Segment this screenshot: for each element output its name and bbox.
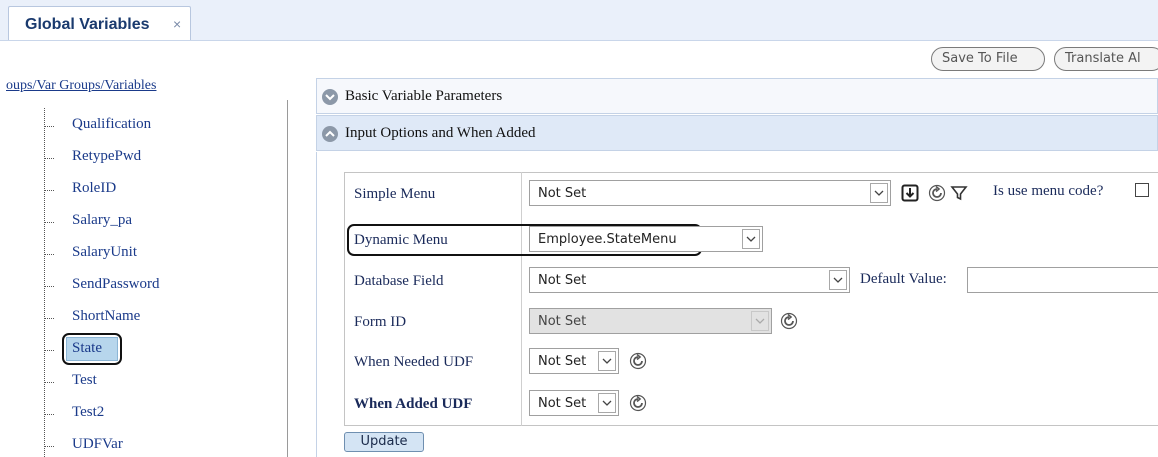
translate-button[interactable]: Translate Al — [1054, 47, 1158, 71]
tree-branch — [44, 382, 54, 383]
refresh-icon[interactable] — [629, 394, 647, 417]
refresh-icon[interactable] — [629, 352, 647, 375]
section-basic-variable-parameters[interactable]: Basic Variable Parameters — [316, 78, 1158, 114]
update-button[interactable]: Update — [344, 432, 424, 452]
when-needed-udf-select[interactable]: Not Set — [529, 348, 619, 374]
when-needed-udf-value: Not Set — [538, 354, 587, 369]
tree-branch — [44, 158, 54, 159]
chevron-down-icon[interactable] — [742, 229, 760, 249]
tab-bar: Global Variables × — [0, 0, 1158, 41]
tree-item-retypepwd[interactable]: RetypePwd — [72, 148, 141, 165]
dynamic-menu-label: Dynamic Menu — [354, 232, 448, 248]
tree-item-test2[interactable]: Test2 — [72, 404, 104, 421]
dynamic-menu-select[interactable]: Employee.StateMenu — [529, 226, 763, 252]
tree-branch — [44, 350, 54, 351]
tree-branch — [44, 222, 54, 223]
tree-separator — [287, 100, 288, 457]
tab-global-variables[interactable]: Global Variables × — [8, 6, 191, 40]
refresh-icon[interactable] — [780, 312, 798, 335]
tree-branch — [44, 126, 54, 127]
chevron-up-circle-icon — [322, 126, 338, 142]
database-field-value: Not Set — [538, 273, 587, 288]
refresh-icon[interactable] — [928, 184, 946, 207]
chevron-down-icon[interactable] — [598, 351, 616, 371]
tab-label: Global Variables — [25, 16, 150, 33]
filter-icon[interactable] — [950, 184, 968, 207]
simple-menu-label: Simple Menu — [354, 186, 436, 202]
when-added-udf-label: When Added UDF — [354, 396, 473, 412]
when-added-udf-value: Not Set — [538, 396, 587, 411]
chevron-down-icon[interactable] — [870, 183, 888, 203]
close-icon[interactable]: × — [173, 16, 181, 32]
form-id-select: Not Set — [529, 308, 772, 334]
chevron-down-icon[interactable] — [598, 393, 616, 413]
section-label: Basic Variable Parameters — [345, 88, 503, 104]
tree-item-state[interactable]: State — [72, 340, 102, 357]
tree-item-roleid[interactable]: RoleID — [72, 180, 116, 197]
tree-item-sendpassword[interactable]: SendPassword — [72, 276, 160, 293]
use-menu-code-label: Is use menu code? — [993, 183, 1104, 199]
section-input-options[interactable]: Input Options and When Added — [316, 115, 1158, 151]
tree-branch — [44, 318, 54, 319]
chevron-down-icon[interactable] — [829, 270, 847, 290]
tree-breadcrumb[interactable]: oups/Var Groups/Variables — [6, 78, 156, 94]
tree-item-udfvar[interactable]: UDFVar — [72, 436, 123, 453]
tree-item-shortname[interactable]: ShortName — [72, 308, 140, 325]
database-field-label: Database Field — [354, 273, 444, 289]
tree-connector — [44, 108, 45, 457]
tree-item-salary-pa[interactable]: Salary_pa — [72, 212, 132, 229]
save-to-file-button[interactable]: Save To File — [931, 47, 1045, 71]
simple-menu-value: Not Set — [538, 186, 587, 201]
simple-menu-select[interactable]: Not Set — [529, 180, 891, 206]
when-needed-udf-label: When Needed UDF — [354, 354, 474, 370]
default-value-input[interactable] — [967, 267, 1158, 293]
form-id-label: Form ID — [354, 314, 407, 330]
tree-item-salaryunit[interactable]: SalaryUnit — [72, 244, 137, 261]
tree-branch — [44, 446, 54, 447]
tree-item-qualification[interactable]: Qualification — [72, 116, 151, 133]
form-divider — [521, 172, 522, 426]
tree-branch — [44, 414, 54, 415]
tree-item-test[interactable]: Test — [72, 372, 97, 389]
chevron-down-icon — [751, 311, 769, 331]
database-field-select[interactable]: Not Set — [529, 267, 850, 293]
default-value-label: Default Value: — [860, 271, 947, 287]
form-id-value: Not Set — [538, 314, 587, 329]
section-label: Input Options and When Added — [345, 125, 536, 141]
when-added-udf-select[interactable]: Not Set — [529, 390, 619, 416]
tree-branch — [44, 286, 54, 287]
chevron-down-circle-icon — [322, 89, 338, 105]
tree-branch — [44, 254, 54, 255]
download-icon[interactable] — [901, 184, 919, 207]
use-menu-code-checkbox[interactable] — [1135, 183, 1149, 197]
tree-branch — [44, 190, 54, 191]
input-options-form — [344, 172, 1158, 426]
dynamic-menu-value: Employee.StateMenu — [538, 232, 677, 247]
